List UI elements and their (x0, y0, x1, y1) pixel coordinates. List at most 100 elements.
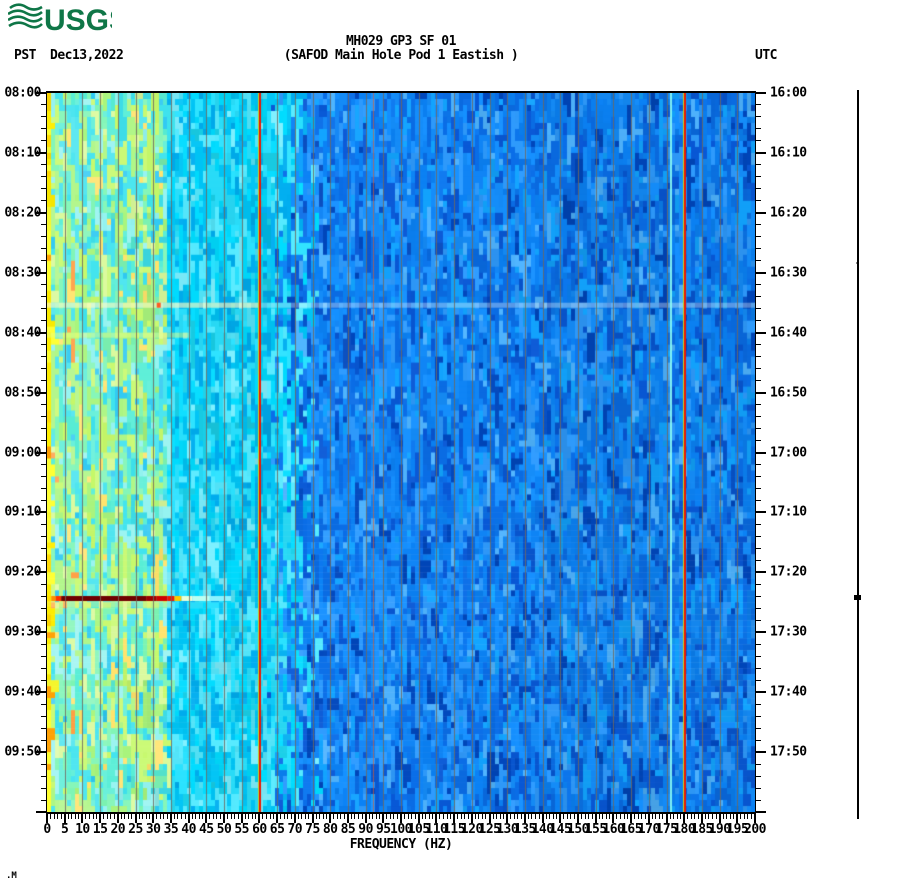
bottom-axis-tick (57, 814, 59, 819)
right-axis-tick (756, 320, 761, 322)
bottom-axis-tick (581, 814, 583, 819)
bottom-axis-tick (623, 814, 625, 819)
plot-subtitle: (SAFOD Main Hole Pod 1 Eastish ) (283, 48, 519, 63)
left-axis-tick (41, 356, 46, 358)
left-axis-tick-label: 08:40 (4, 325, 41, 341)
bottom-axis-tick (446, 814, 448, 819)
bottom-axis-tick-label: 20 (110, 822, 126, 837)
bottom-axis-tick (556, 814, 558, 819)
right-axis-tick-label: 16:00 (770, 85, 807, 101)
right-axis-tick (756, 715, 761, 717)
left-axis-tick (41, 164, 46, 166)
right-axis-tick (756, 344, 761, 346)
right-axis-tick (756, 571, 766, 574)
bottom-axis-tick (563, 814, 565, 819)
bottom-axis-tick (662, 814, 664, 819)
bottom-axis-tick-label: 40 (181, 822, 196, 837)
bottom-axis-tick (517, 814, 519, 819)
bottom-axis-tick (704, 814, 706, 819)
bottom-axis-tick (616, 814, 618, 819)
right-axis-tick (756, 691, 766, 694)
bottom-axis-tick (262, 814, 264, 819)
left-axis-tick-label: 09:50 (4, 744, 41, 760)
bottom-axis-tick-label: 90 (358, 822, 373, 837)
bottom-axis-tick (372, 814, 374, 819)
bottom-axis-tick (598, 814, 600, 819)
bottom-axis-tick (234, 814, 236, 819)
left-axis-tick (41, 380, 46, 382)
bottom-axis-tick (237, 814, 239, 819)
left-axis-tick (41, 320, 46, 322)
bottom-axis-tick-label: 75 (305, 822, 320, 837)
right-axis-tick (756, 260, 761, 262)
bottom-axis-tick-label: 35 (163, 822, 179, 837)
right-axis-tick (756, 523, 761, 525)
bottom-axis-tick (336, 814, 338, 819)
left-axis-tick (41, 296, 46, 298)
bottom-axis-tick (333, 814, 335, 819)
right-axis-tick (756, 248, 761, 250)
right-axis-tick (756, 811, 766, 813)
right-axis-tick (756, 475, 761, 477)
bottom-axis-tick (184, 814, 186, 819)
right-axis-tick (756, 380, 761, 382)
bottom-axis-tick-label: 10 (75, 822, 90, 837)
bottom-axis-tick (733, 814, 735, 819)
right-axis-tick (756, 271, 766, 274)
right-axis-tick-label: 17:30 (770, 624, 807, 640)
bottom-axis-tick (244, 814, 246, 819)
bottom-axis-tick (177, 814, 179, 819)
bottom-axis-tick (655, 814, 657, 819)
bottom-axis-tick-label: 80 (322, 822, 338, 837)
right-axis-tick (756, 631, 766, 634)
right-axis-tick (756, 643, 761, 645)
bottom-axis-tick (181, 814, 183, 819)
bottom-axis-tick (545, 814, 547, 819)
bottom-axis-tick (690, 814, 692, 819)
bottom-axis-tick (740, 814, 742, 819)
right-axis-tick (756, 511, 766, 514)
right-axis-tick-label: 16:20 (770, 205, 807, 221)
bottom-axis-tick (255, 814, 257, 819)
bottom-axis-tick (712, 814, 714, 819)
left-axis-tick-label: 09:20 (4, 564, 41, 580)
usgs-wave-icon (8, 3, 43, 29)
bottom-axis-tick (637, 814, 639, 819)
bottom-axis-tick (566, 814, 568, 819)
left-axis-tick (41, 643, 46, 645)
bottom-axis-tick (460, 814, 462, 819)
left-axis-tick (41, 607, 46, 609)
right-axis-tick (756, 775, 761, 777)
bottom-axis-tick (127, 814, 129, 819)
bottom-axis-tick (520, 814, 522, 819)
bottom-axis-tick (439, 814, 441, 819)
right-axis-tick (756, 151, 766, 154)
trace-event-blip (854, 595, 861, 600)
bottom-axis-tick (283, 814, 285, 819)
bottom-axis-tick (499, 814, 501, 819)
bottom-axis-tick (88, 814, 90, 819)
left-axis-tick-label: 08:10 (4, 145, 41, 161)
bottom-axis-tick (549, 814, 551, 819)
bottom-axis-tick (634, 814, 636, 819)
bottom-axis-tick (315, 814, 317, 819)
bottom-axis-tick (496, 814, 498, 819)
bottom-axis-tick (340, 814, 342, 819)
right-axis-tick (756, 667, 761, 669)
bottom-axis-tick (609, 814, 611, 819)
bottom-axis-tick (432, 814, 434, 819)
left-axis-tick (41, 128, 46, 130)
bottom-axis-tick (389, 814, 391, 819)
left-axis-tick (41, 715, 46, 717)
bottom-axis-tick (421, 814, 423, 819)
right-axis-tick (756, 463, 761, 465)
left-axis-tick (41, 703, 46, 705)
bottom-axis-tick (510, 814, 512, 819)
bottom-axis-tick-label: 55 (234, 822, 250, 837)
bottom-axis-tick-label: 65 (269, 822, 285, 837)
bottom-axis-tick (428, 814, 430, 819)
left-axis-tick (36, 811, 46, 813)
bottom-axis-tick (326, 814, 328, 819)
bottom-axis-tick (319, 814, 321, 819)
left-axis-tick (41, 799, 46, 801)
